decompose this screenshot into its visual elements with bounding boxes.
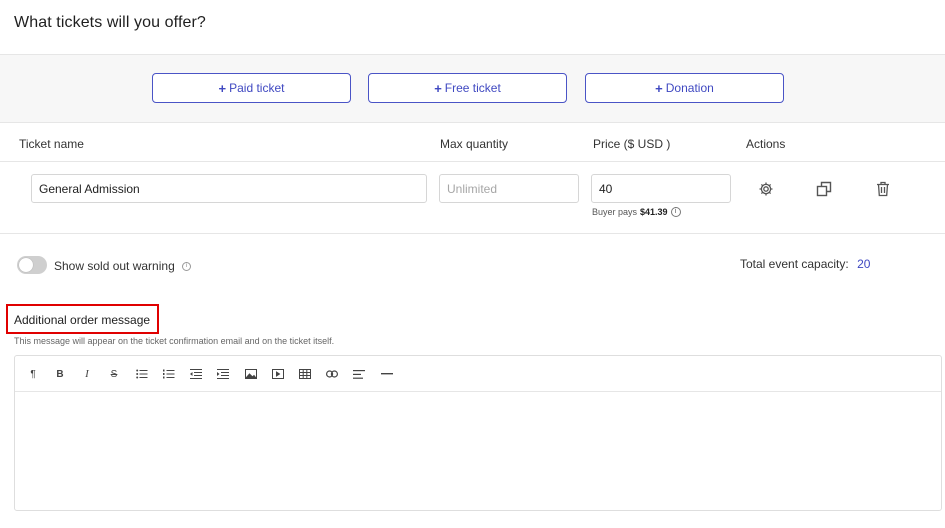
buyer-pays-value: $41.39 <box>640 207 668 217</box>
divider <box>0 161 945 162</box>
plus-icon: + <box>434 80 442 96</box>
plus-icon: + <box>218 80 227 96</box>
header-price: Price ($ USD ) <box>593 137 671 151</box>
info-icon[interactable]: i <box>670 207 681 217</box>
add-donation-label: Donation <box>665 81 714 95</box>
outdent-icon[interactable] <box>188 366 204 382</box>
bullet-list-icon[interactable] <box>134 366 150 382</box>
bold-icon[interactable]: B <box>52 366 68 382</box>
add-free-ticket-button[interactable]: + Free ticket <box>368 73 567 103</box>
total-capacity-value[interactable]: 20 <box>857 257 870 271</box>
numbered-list-icon[interactable] <box>161 366 177 382</box>
info-icon[interactable]: i <box>181 261 191 271</box>
video-icon[interactable] <box>270 366 286 382</box>
add-paid-ticket-button[interactable]: + Paid ticket <box>152 73 351 103</box>
divider <box>0 233 945 234</box>
paragraph-icon[interactable]: ¶ <box>25 366 41 382</box>
plus-icon: + <box>655 80 663 96</box>
add-ticket-band: + Paid ticket + Free ticket + Donation <box>0 54 945 123</box>
editor-content-area[interactable] <box>15 393 941 511</box>
sold-out-warning-toggle[interactable] <box>17 256 47 274</box>
header-ticket-name: Ticket name <box>19 137 84 151</box>
duplicate-icon[interactable] <box>814 179 834 199</box>
strikethrough-icon[interactable]: S <box>106 366 122 382</box>
max-quantity-input[interactable] <box>439 174 579 203</box>
link-icon[interactable] <box>324 366 340 382</box>
italic-icon[interactable]: I <box>79 366 95 382</box>
buyer-pays: Buyer pays $41.39 i <box>592 207 681 217</box>
ticket-name-input[interactable] <box>31 174 427 203</box>
editor-toolbar: ¶ B I S <box>15 356 941 392</box>
header-actions: Actions <box>746 137 786 151</box>
add-paid-ticket-label: Paid ticket <box>229 81 285 95</box>
header-max-quantity: Max quantity <box>440 137 509 151</box>
horizontal-rule-icon[interactable] <box>379 366 395 382</box>
trash-icon[interactable] <box>873 179 893 199</box>
image-icon[interactable] <box>243 366 259 382</box>
add-donation-button[interactable]: + Donation <box>585 73 784 103</box>
align-icon[interactable] <box>351 366 367 382</box>
sold-out-warning-text: Show sold out warning <box>54 259 175 273</box>
indent-icon[interactable] <box>215 366 231 382</box>
total-capacity-label: Total event capacity: <box>740 257 849 271</box>
price-input[interactable] <box>591 174 731 203</box>
toggle-knob <box>19 258 33 272</box>
page-title: What tickets will you offer? <box>14 14 206 31</box>
table-icon[interactable] <box>297 366 313 382</box>
total-capacity: Total event capacity: 20 <box>740 257 870 271</box>
add-free-ticket-label: Free ticket <box>444 81 501 95</box>
order-message-editor: ¶ B I S <box>14 355 942 511</box>
sold-out-warning-label: Show sold out warning i <box>54 259 191 273</box>
order-message-help: This message will appear on the ticket c… <box>14 336 335 346</box>
order-message-title: Additional order message <box>14 313 151 327</box>
buyer-pays-label: Buyer pays <box>592 207 638 217</box>
gear-icon[interactable] <box>756 179 776 199</box>
